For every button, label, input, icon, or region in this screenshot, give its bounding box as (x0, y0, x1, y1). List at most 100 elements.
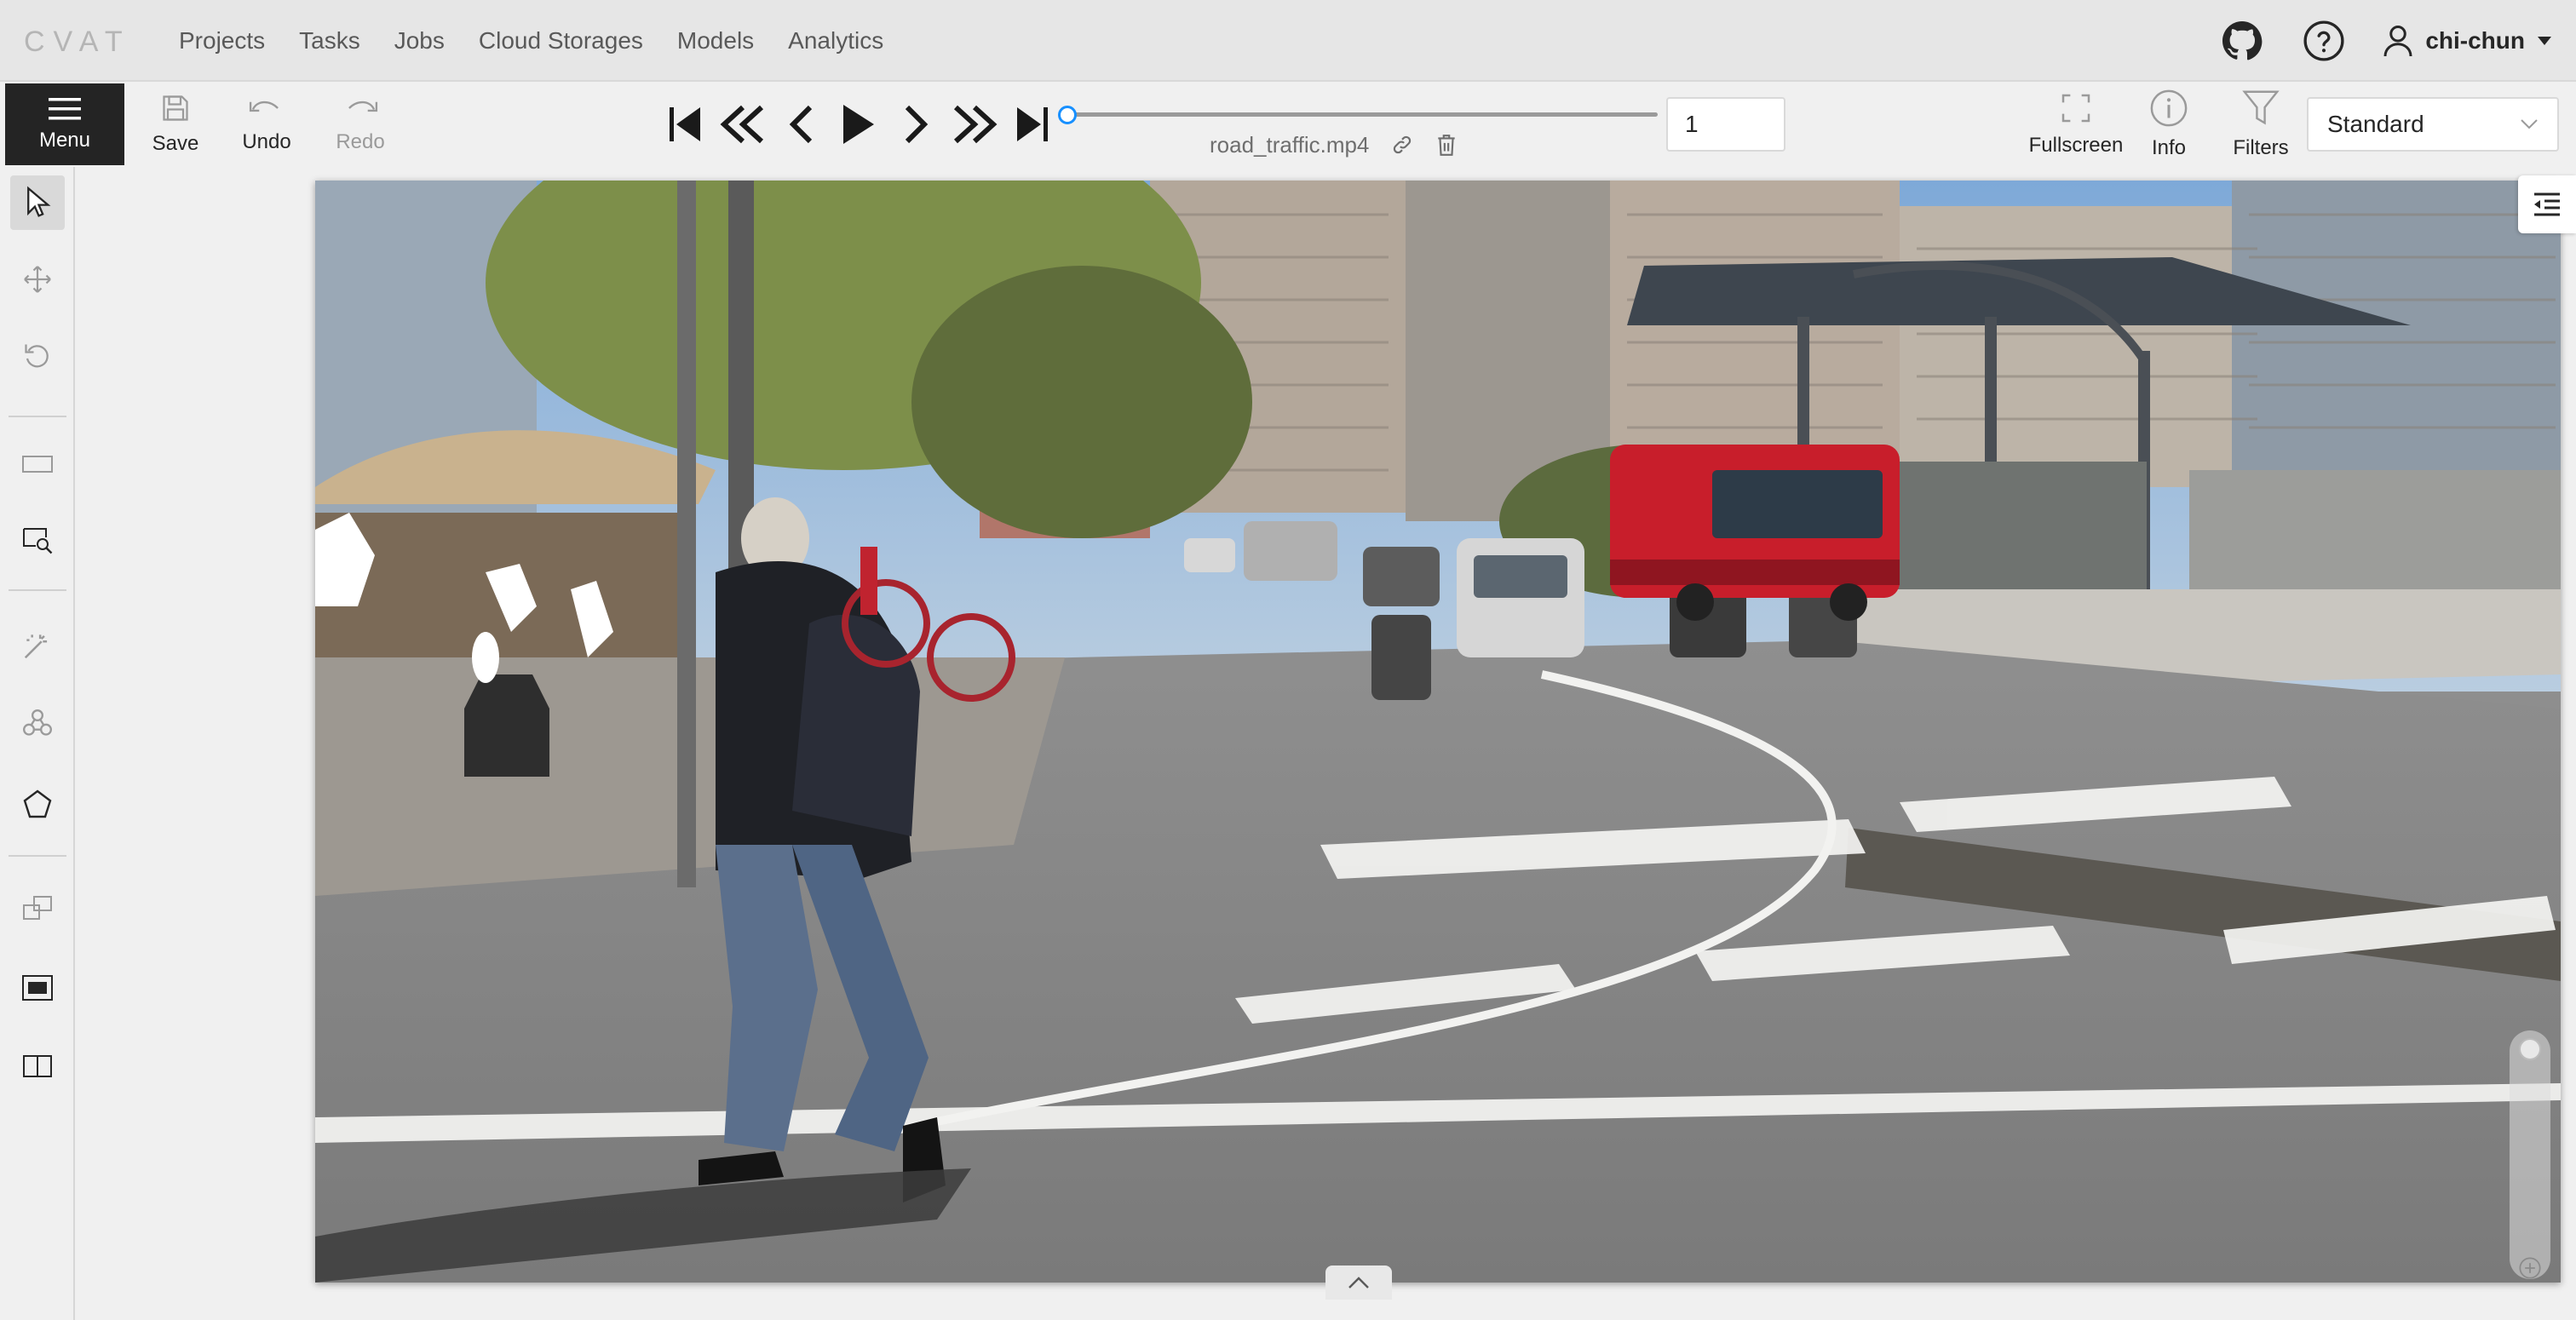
fast-backward-button[interactable] (714, 99, 772, 150)
controls-sidebar (0, 167, 75, 1320)
redo-button[interactable]: Redo (332, 83, 388, 165)
sidebar-divider (9, 416, 66, 417)
filename-row: road_traffic.mp4 (1210, 129, 1458, 160)
nav-models[interactable]: Models (660, 27, 771, 55)
save-label: Save (152, 132, 199, 155)
fast-backward-icon (720, 105, 764, 144)
rotate-icon (25, 344, 49, 368)
split-track-tool[interactable] (10, 1039, 65, 1093)
workspace-value: Standard (2327, 111, 2424, 137)
bottom-panel-toggle[interactable] (1325, 1265, 1392, 1300)
save-button[interactable]: Save (150, 83, 201, 165)
zoom-slider-handle[interactable] (2519, 1038, 2541, 1060)
menu-label: Menu (38, 129, 91, 152)
sidebar-divider (9, 589, 66, 591)
user-menu[interactable]: chi-chun (2383, 24, 2552, 58)
info-label: Info (2151, 136, 2187, 159)
frame-number-input[interactable]: 1 (1666, 97, 1785, 152)
ai-tools-icon (23, 709, 52, 736)
draw-rectangle-tool[interactable] (10, 436, 65, 491)
fullscreen-button[interactable]: Fullscreen (2026, 83, 2126, 165)
previous-icon (789, 105, 813, 144)
delete-icon (1438, 135, 1456, 156)
first-frame-button[interactable] (656, 99, 714, 150)
filters-label: Filters (2233, 136, 2289, 159)
frame-slider[interactable] (1056, 106, 1658, 124)
fullscreen-label: Fullscreen (2028, 134, 2124, 157)
menu-button[interactable]: Menu (5, 83, 124, 165)
annotation-canvas[interactable] (315, 181, 2561, 1283)
move-icon (24, 266, 51, 293)
top-navigation-bar: CVAT Projects Tasks Jobs Cloud Storages … (0, 0, 2576, 82)
split-icon (23, 1055, 52, 1077)
filters-button[interactable]: Filters (2225, 83, 2297, 165)
rectangle-icon (22, 456, 53, 473)
nav-projects[interactable]: Projects (162, 27, 282, 55)
slider-track (1065, 112, 1658, 117)
delete-frame-button[interactable] (1435, 133, 1458, 157)
question-circle-icon (2303, 20, 2344, 61)
objects-sidebar-toggle[interactable] (2518, 175, 2576, 233)
redo-icon (348, 100, 378, 112)
nav-cloud-storages[interactable]: Cloud Storages (462, 27, 660, 55)
github-button[interactable] (2219, 18, 2265, 64)
nav-jobs[interactable]: Jobs (377, 27, 462, 55)
copy-link-button[interactable] (1391, 134, 1413, 156)
main-nav: Projects Tasks Jobs Cloud Storages Model… (162, 0, 900, 82)
filter-icon (2242, 90, 2280, 125)
merge-icon (23, 896, 52, 920)
next-frame-button[interactable] (888, 99, 946, 150)
group-icon (22, 975, 53, 1001)
nav-tasks[interactable]: Tasks (282, 27, 377, 55)
cursor-icon (27, 186, 51, 217)
magic-wand-tool[interactable] (10, 618, 65, 673)
polygon-icon (23, 789, 52, 818)
github-icon (2222, 21, 2263, 60)
user-icon (2383, 26, 2412, 57)
header-right-actions: chi-chun (2219, 0, 2576, 82)
info-icon (2150, 89, 2188, 127)
fast-forward-button[interactable] (946, 99, 1003, 150)
step-backward-icon (670, 107, 700, 141)
playback-controls (656, 99, 1061, 150)
hamburger-icon (49, 98, 81, 120)
next-icon (905, 105, 929, 144)
fullscreen-icon (2061, 94, 2090, 123)
zoom-region-tool[interactable] (10, 513, 65, 567)
previous-frame-button[interactable] (772, 99, 830, 150)
zoom-region-icon (23, 528, 53, 554)
undo-icon (249, 100, 279, 112)
merge-shapes-tool[interactable] (10, 881, 65, 935)
chevron-down-icon (2521, 119, 2538, 129)
slider-handle[interactable] (1058, 106, 1077, 124)
fast-forward-icon (953, 105, 998, 144)
nav-analytics[interactable]: Analytics (771, 27, 900, 55)
cvat-logo[interactable]: CVAT (24, 25, 131, 58)
canvas-zoom-slider[interactable] (2510, 1030, 2550, 1279)
logo-text: CVAT (24, 25, 131, 58)
link-icon (1394, 135, 1412, 154)
save-icon (163, 95, 188, 121)
ai-tools-tool[interactable] (10, 697, 65, 751)
group-shapes-tool[interactable] (10, 961, 65, 1015)
menu-fold-icon (2534, 192, 2560, 216)
zoom-in-button[interactable] (2517, 1255, 2543, 1281)
username: chi-chun (2425, 27, 2525, 54)
draw-polygon-tool[interactable] (10, 777, 65, 831)
redo-label: Redo (336, 130, 385, 153)
help-button[interactable] (2301, 18, 2347, 64)
cursor-tool[interactable] (10, 175, 65, 230)
play-button[interactable] (830, 99, 888, 150)
chevron-up-icon (1348, 1277, 1369, 1288)
last-frame-button[interactable] (1003, 99, 1061, 150)
magic-wand-icon (24, 634, 48, 659)
sidebar-divider (9, 855, 66, 857)
info-button[interactable]: Info (2142, 83, 2196, 165)
rotate-tool[interactable] (10, 329, 65, 383)
video-filename: road_traffic.mp4 (1210, 131, 1370, 158)
undo-button[interactable]: Undo (239, 83, 295, 165)
workspace-select[interactable]: Standard (2307, 97, 2559, 152)
plus-circle-icon (2519, 1257, 2541, 1279)
move-tool[interactable] (10, 252, 65, 307)
play-icon (843, 105, 874, 144)
